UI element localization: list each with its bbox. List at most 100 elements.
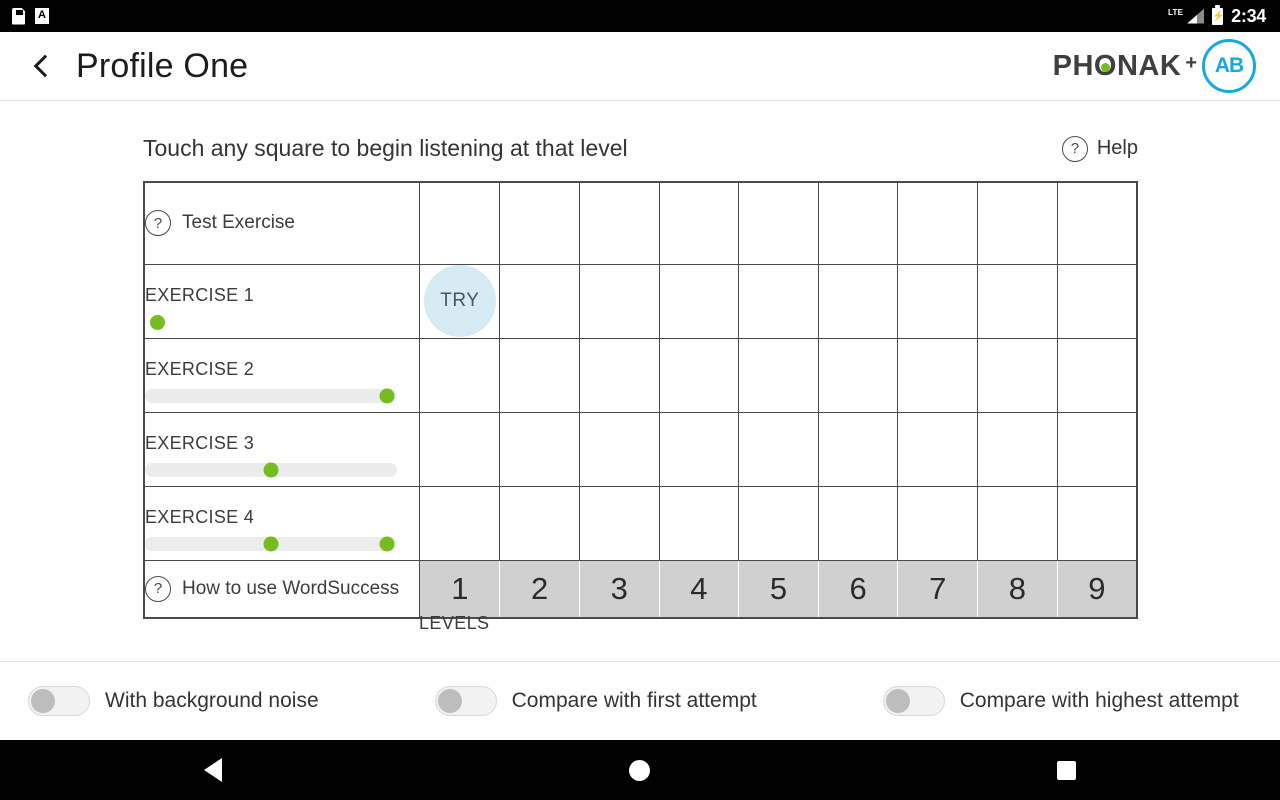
level-button-3[interactable]: 3 (578, 559, 660, 619)
android-nav-bar (0, 740, 1280, 800)
toggle-background-noise[interactable]: With background noise (28, 686, 319, 716)
cell-ex3-3[interactable] (578, 411, 660, 487)
cell-ex2-5[interactable] (738, 337, 819, 413)
cell-ex2-6[interactable] (817, 337, 899, 413)
test-exercise-help[interactable]: ? Test Exercise (145, 210, 419, 237)
cell-ex1-4[interactable] (658, 263, 740, 339)
cell-ex3-7[interactable] (897, 411, 979, 487)
row-label-test-exercise[interactable]: ? Test Exercise (143, 181, 421, 265)
brand-logo: PHONAK + AB (1053, 39, 1256, 93)
phonak-text: PHONAK (1052, 49, 1182, 82)
cell-test-6[interactable] (817, 181, 899, 265)
toggle-knob (885, 689, 910, 713)
instruction-text: Touch any square to begin listening at t… (143, 135, 628, 161)
toggle-switch-compare-first[interactable] (434, 686, 497, 716)
cell-ex2-8[interactable] (977, 337, 1058, 413)
level-button-7[interactable]: 7 (897, 559, 979, 619)
nav-recents-button[interactable] (1037, 740, 1097, 800)
cell-test-8[interactable] (977, 181, 1058, 265)
cell-ex2-7[interactable] (897, 337, 979, 413)
cell-ex1-1[interactable]: TRY (419, 263, 501, 339)
plus-icon: + (1185, 51, 1197, 74)
toggle-compare-first[interactable]: Compare with first attempt (434, 686, 757, 716)
cell-test-7[interactable] (897, 181, 979, 265)
cell-ex3-1[interactable] (419, 411, 501, 487)
cell-ex4-7[interactable] (897, 485, 979, 561)
level-button-6[interactable]: 6 (817, 559, 899, 619)
back-triangle-icon (204, 758, 223, 782)
exercise-3-progress-track (145, 462, 397, 478)
toggle-switch-background-noise[interactable] (28, 686, 90, 716)
cell-ex3-2[interactable] (499, 411, 580, 487)
level-button-8[interactable]: 8 (977, 559, 1058, 619)
level-button-2[interactable]: 2 (499, 559, 580, 619)
question-mark-icon: ? (145, 210, 171, 237)
nav-home-button[interactable] (610, 740, 670, 800)
cell-ex1-3[interactable] (578, 263, 660, 339)
cell-ex2-9[interactable] (1056, 337, 1138, 413)
status-bar-clock: 2:34 (1231, 5, 1266, 26)
keyboard-input-icon: A (35, 8, 49, 24)
row-label-exercise-2: EXERCISE 2 (143, 337, 421, 413)
back-button[interactable] (18, 42, 66, 90)
exercise-4-progress-dot-1 (263, 536, 279, 552)
cell-test-3[interactable] (578, 181, 660, 265)
exercise-grid: ? Test Exercise EXERCISE 1 TRY EXERCISE … (143, 181, 1138, 619)
cell-ex4-3[interactable] (578, 485, 660, 561)
cell-ex4-6[interactable] (817, 485, 899, 561)
cell-ex3-5[interactable] (738, 411, 819, 487)
cell-ex2-2[interactable] (499, 337, 580, 413)
exercise-2-progress-track (145, 388, 397, 404)
cell-ex4-5[interactable] (738, 485, 819, 561)
cell-test-2[interactable] (499, 181, 580, 265)
cell-ex4-8[interactable] (977, 485, 1058, 561)
cell-ex2-1[interactable] (419, 337, 501, 413)
cell-ex1-8[interactable] (977, 263, 1058, 339)
exercise-4-label: EXERCISE 4 (145, 507, 255, 527)
cell-ex4-4[interactable] (658, 485, 740, 561)
cell-test-5[interactable] (738, 181, 819, 265)
cell-ex4-2[interactable] (499, 485, 580, 561)
cell-ex2-4[interactable] (658, 337, 740, 413)
level-button-5[interactable]: 5 (738, 559, 819, 619)
level-button-4[interactable]: 4 (658, 559, 740, 619)
ab-logo-text: AB (1214, 54, 1244, 77)
cell-ex4-9[interactable] (1056, 485, 1138, 561)
table-row: ? Test Exercise (143, 181, 1138, 265)
toggle-label-compare-highest: Compare with highest attempt (959, 689, 1239, 712)
cell-ex3-8[interactable] (977, 411, 1058, 487)
battery-charging-icon (1212, 4, 1224, 25)
cell-test-9[interactable] (1056, 181, 1138, 265)
row-label-how-to-use[interactable]: ? How to use WordSuccess (143, 559, 421, 619)
sd-card-icon (12, 7, 25, 25)
how-to-use-help[interactable]: ? How to use WordSuccess (145, 575, 419, 602)
cell-ex1-6[interactable] (817, 263, 899, 339)
question-mark-icon: ? (145, 575, 171, 602)
cell-ex3-9[interactable] (1056, 411, 1138, 487)
cell-ex1-9[interactable] (1056, 263, 1138, 339)
cell-test-4[interactable] (658, 181, 740, 265)
cell-ex2-3[interactable] (578, 337, 660, 413)
ab-logo-icon: AB (1202, 39, 1256, 93)
cell-ex1-2[interactable] (499, 263, 580, 339)
cell-ex3-4[interactable] (658, 411, 740, 487)
cell-ex4-1[interactable] (419, 485, 501, 561)
cell-ex1-5[interactable] (738, 263, 819, 339)
app-header: Profile One PHONAK + AB (0, 32, 1280, 101)
toggle-switch-compare-highest[interactable] (882, 686, 945, 716)
test-exercise-label: Test Exercise (182, 212, 295, 234)
cell-test-1[interactable] (419, 181, 501, 265)
cell-ex1-7[interactable] (897, 263, 979, 339)
level-button-1[interactable]: 1 (419, 559, 501, 619)
nav-back-button[interactable] (183, 740, 243, 800)
table-row: EXERCISE 2 (143, 337, 1138, 413)
help-button[interactable]: ? Help (1061, 135, 1138, 162)
toggle-label-compare-first: Compare with first attempt (511, 689, 757, 712)
level-button-9[interactable]: 9 (1056, 559, 1138, 619)
phonak-wordmark: PHONAK (1053, 50, 1182, 83)
cell-ex3-6[interactable] (817, 411, 899, 487)
toggle-compare-highest[interactable]: Compare with highest attempt (882, 686, 1239, 716)
try-button[interactable]: TRY (423, 265, 496, 337)
exercise-2-progress-dot (379, 388, 395, 404)
page-title: Profile One (76, 46, 249, 85)
